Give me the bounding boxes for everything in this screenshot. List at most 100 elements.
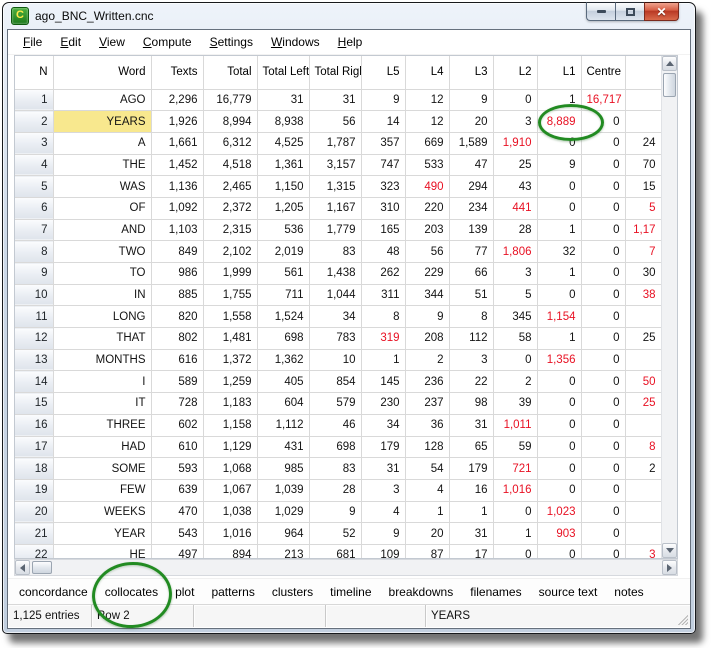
cell[interactable]: 849 (151, 241, 203, 263)
table-row[interactable]: 20WEEKS4701,0381,029941101,0230 (15, 501, 661, 523)
cell[interactable]: 681 (309, 544, 361, 558)
cell[interactable]: 698 (309, 436, 361, 458)
row-number[interactable]: 22 (15, 544, 53, 558)
col-header-word[interactable]: Word (53, 56, 151, 89)
cell[interactable]: 1,167 (309, 197, 361, 219)
cell[interactable]: 610 (151, 436, 203, 458)
cell[interactable]: 0 (581, 154, 625, 176)
cell[interactable]: 43 (493, 176, 537, 198)
cell[interactable]: 1,039 (257, 479, 309, 501)
row-number[interactable]: 11 (15, 306, 53, 328)
cell[interactable]: 0 (581, 436, 625, 458)
cell[interactable]: 16,717 (581, 89, 625, 111)
table-row[interactable]: 12THAT8021,481698783319208112581025 (15, 328, 661, 350)
cell[interactable]: 1,787 (309, 132, 361, 154)
cell[interactable]: 8,994 (203, 111, 257, 133)
scroll-down-button[interactable] (662, 543, 677, 558)
col-header-texts[interactable]: Texts (151, 56, 203, 89)
table-row[interactable]: 16THREE6021,1581,112463436311,01100 (15, 414, 661, 436)
cell[interactable]: 1,558 (203, 306, 257, 328)
cell[interactable]: 1 (537, 89, 581, 111)
cell[interactable]: 0 (581, 414, 625, 436)
table-row[interactable]: 7AND1,1032,3155361,77916520313928101,17 (15, 219, 661, 241)
cell[interactable]: 1,016 (493, 479, 537, 501)
cell[interactable]: 543 (151, 523, 203, 545)
menu-file[interactable]: File (14, 32, 51, 52)
cell[interactable]: 1 (493, 523, 537, 545)
cell[interactable]: 112 (449, 328, 493, 350)
cell[interactable]: 6,312 (203, 132, 257, 154)
cell-word[interactable]: IT (53, 393, 151, 415)
menu-edit[interactable]: Edit (51, 32, 90, 52)
tab-timeline[interactable]: timeline (329, 583, 372, 601)
cell[interactable]: 1,452 (151, 154, 203, 176)
cell[interactable]: 30 (625, 263, 661, 285)
cell-word[interactable]: OF (53, 197, 151, 219)
cell[interactable]: 31 (449, 523, 493, 545)
cell[interactable]: 12 (405, 111, 449, 133)
table-row[interactable]: 10IN8851,7557111,0443113445150038 (15, 284, 661, 306)
tab-patterns[interactable]: patterns (210, 583, 255, 601)
cell[interactable]: 58 (493, 328, 537, 350)
cell[interactable]: 1,806 (493, 241, 537, 263)
cell[interactable]: 16 (449, 479, 493, 501)
table-row[interactable]: 4THE1,4524,5181,3613,15774753347259070 (15, 154, 661, 176)
cell[interactable]: 1,129 (203, 436, 257, 458)
scroll-right-button[interactable] (662, 560, 677, 575)
cell[interactable]: 0 (581, 132, 625, 154)
cell[interactable]: 16,779 (203, 89, 257, 111)
cell[interactable]: 470 (151, 501, 203, 523)
cell[interactable]: 236 (405, 371, 449, 393)
cell[interactable]: 47 (449, 154, 493, 176)
cell[interactable]: 0 (537, 479, 581, 501)
cell[interactable]: 2,102 (203, 241, 257, 263)
cell[interactable]: 70 (625, 154, 661, 176)
tab-notes[interactable]: notes (613, 583, 644, 601)
cell[interactable]: 54 (405, 458, 449, 480)
cell[interactable]: 25 (625, 328, 661, 350)
cell[interactable]: 1,356 (537, 349, 581, 371)
cell[interactable]: 9 (449, 89, 493, 111)
col-header-total-right[interactable]: Total Right (309, 56, 361, 89)
table-row[interactable]: 2YEARS1,9268,9948,9385614122038,8890 (15, 111, 661, 133)
cell[interactable]: 1,029 (257, 501, 309, 523)
cell-word[interactable]: LONG (53, 306, 151, 328)
cell[interactable]: 0 (493, 89, 537, 111)
tab-filenames[interactable]: filenames (469, 583, 522, 601)
cell[interactable]: 203 (405, 219, 449, 241)
cell[interactable]: 1,103 (151, 219, 203, 241)
cell[interactable]: 1,154 (537, 306, 581, 328)
cell-word[interactable]: THREE (53, 414, 151, 436)
cell[interactable]: 0 (581, 111, 625, 133)
cell[interactable]: 1,150 (257, 176, 309, 198)
cell[interactable]: 34 (309, 306, 361, 328)
cell[interactable]: 985 (257, 458, 309, 480)
cell[interactable]: 46 (309, 414, 361, 436)
cell[interactable]: 0 (581, 284, 625, 306)
cell[interactable]: 262 (361, 263, 405, 285)
cell[interactable]: 20 (449, 111, 493, 133)
cell[interactable]: 1,011 (493, 414, 537, 436)
cell[interactable]: 311 (361, 284, 405, 306)
cell[interactable]: 2 (493, 371, 537, 393)
minimize-button[interactable] (586, 2, 615, 21)
cell[interactable]: 38 (625, 284, 661, 306)
cell[interactable]: 2,465 (203, 176, 257, 198)
row-number[interactable]: 16 (15, 414, 53, 436)
cell[interactable]: 3 (449, 349, 493, 371)
cell[interactable]: 0 (493, 544, 537, 558)
cell[interactable]: 0 (581, 544, 625, 558)
col-header-l3[interactable]: L3 (449, 56, 493, 89)
cell[interactable]: 616 (151, 349, 203, 371)
cell[interactable]: 20 (405, 523, 449, 545)
cell[interactable]: 0 (493, 501, 537, 523)
cell[interactable]: 0 (581, 306, 625, 328)
cell[interactable]: 31 (257, 89, 309, 111)
cell[interactable]: 28 (493, 219, 537, 241)
cell[interactable]: 4 (405, 479, 449, 501)
cell[interactable]: 36 (405, 414, 449, 436)
cell[interactable]: 56 (309, 111, 361, 133)
cell[interactable]: 179 (361, 436, 405, 458)
cell[interactable]: 0 (581, 371, 625, 393)
cell[interactable] (625, 414, 661, 436)
